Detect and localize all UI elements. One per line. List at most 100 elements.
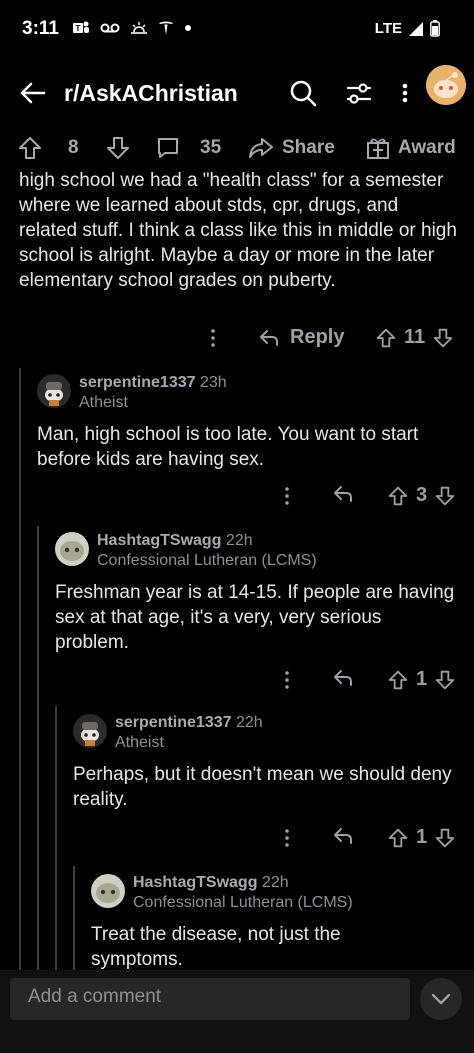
comment-vote-count: 1 [416,668,428,690]
sort-filter-button[interactable] [344,78,374,108]
thread-line [19,368,21,974]
comment-username[interactable]: HashtagTSwagg [133,874,257,891]
arrow-down-icon[interactable] [435,670,455,690]
post-comment-count: 35 [200,137,222,158]
reply-label: Reply [290,326,345,348]
commenter-avatar[interactable] [37,374,71,408]
arrow-down-icon[interactable] [435,486,455,506]
add-comment-input[interactable]: Add a comment [10,978,410,1020]
voicemail-icon [100,23,120,33]
user-flair: Atheist [79,394,128,411]
comment-header: serpentine1337 22h Atheist [73,714,263,752]
comment-username[interactable]: serpentine1337 [115,714,232,731]
arrow-up-icon[interactable] [376,328,396,348]
collapse-threads-button[interactable] [420,978,462,1020]
dot-icon [185,25,191,31]
sliders-icon [346,83,372,104]
snoo-avatar-icon [91,874,125,908]
subreddit-title[interactable]: r/AskAChristian [64,80,238,107]
comment-username[interactable]: serpentine1337 [79,374,196,391]
network-label: LTE [374,20,402,37]
more-vertical-icon [285,487,289,505]
reply-arrow-icon [334,486,352,502]
thread-line [37,526,39,974]
arrow-up-icon[interactable] [388,670,408,690]
post-vote-count: 8 [68,137,79,158]
post-downvote-button[interactable] [106,136,130,160]
award-button[interactable]: Award [366,136,456,160]
comment-more-button[interactable] [280,484,294,508]
comment-vote: 3 [388,484,455,507]
reply-arrow-icon [334,828,352,844]
comment-body: Perhaps, but it doesn't mean we should d… [73,764,452,810]
comment-body: Treat the disease, not just the symptoms… [91,924,341,970]
user-flair: Confessional Lutheran (LCMS) [133,894,353,911]
top-comment-vote: 11 [376,326,453,349]
user-flair: Atheist [115,734,164,751]
status-time: 3:11 [22,18,59,39]
arrow-down-icon[interactable] [433,328,453,348]
search-icon [290,80,317,107]
reply-arrow-icon [260,329,278,346]
comment-username[interactable]: HashtagTSwagg [97,532,221,549]
comment-vote: 1 [388,668,455,691]
comment-bubble-icon [158,138,178,158]
comment-reply-button[interactable] [332,484,354,504]
status-right: LTE [375,20,440,37]
snoo-avatar-icon [55,532,89,566]
comment-more-button[interactable] [280,826,294,850]
more-vertical-icon[interactable] [206,326,220,350]
share-label: Share [282,137,335,158]
comment-vote-count: 3 [416,484,428,506]
gift-icon [367,138,389,159]
commenter-avatar[interactable] [91,874,125,908]
share-arrow-icon [249,138,273,158]
teams-icon: T [73,21,89,33]
search-button[interactable] [288,78,318,108]
arrow-down-icon[interactable] [435,828,455,848]
top-app-bar: r/AskAChristian [0,62,474,124]
comment-time: 22h [261,874,289,891]
user-flair: Confessional Lutheran (LCMS) [97,552,317,569]
share-button[interactable]: Share [248,136,335,160]
comment-body: Freshman year is at 14-15. If people are… [55,582,455,653]
comments-feed[interactable]: high school we had a "health class" for … [0,168,474,974]
signal-icon [409,21,423,36]
comment-header: serpentine1337 23h Atheist [37,374,227,412]
comment-vote: 1 [388,826,455,849]
back-button[interactable] [18,78,48,108]
comment-time: 22h [235,714,263,731]
top-comment-actions [206,326,220,350]
user-avatar[interactable] [426,65,466,105]
snoo-astronaut-icon [73,714,107,748]
battery-icon [430,20,440,37]
comment-composer-bar: Add a comment [0,970,474,1053]
post-upvote-button[interactable] [18,136,42,160]
top-comment-votes: 11 [404,326,426,348]
status-bar: 3:11 T LTE [0,0,474,62]
reply-arrow-icon [334,670,352,686]
comment-vote-count: 1 [416,826,428,848]
snoo-avatar-icon [426,65,466,105]
commenter-avatar[interactable] [73,714,107,748]
more-vertical-icon [285,671,289,689]
thread-line [55,706,57,974]
more-options-button[interactable] [396,78,414,108]
arrow-up-icon[interactable] [388,486,408,506]
post-comments-button[interactable]: 35 [156,136,221,160]
comment-reply-button[interactable] [332,668,354,688]
comment-time: 22h [225,532,253,549]
svg-text:T: T [76,24,81,33]
award-label: Award [398,137,456,158]
arrow-up-icon[interactable] [388,828,408,848]
comment-more-button[interactable] [280,668,294,692]
arrow-left-icon [20,82,46,104]
top-comment-reply-button[interactable]: Reply [258,326,344,349]
comment-header: HashtagTSwagg 22h Confessional Lutheran … [91,874,353,912]
commenter-avatar[interactable] [55,532,89,566]
top-comment-body: high school we had a "health class" for … [19,170,457,291]
comment-reply-button[interactable] [332,826,354,846]
more-vertical-icon [285,829,289,847]
arrow-up-icon [19,137,41,159]
notification-icons: T [72,20,192,36]
